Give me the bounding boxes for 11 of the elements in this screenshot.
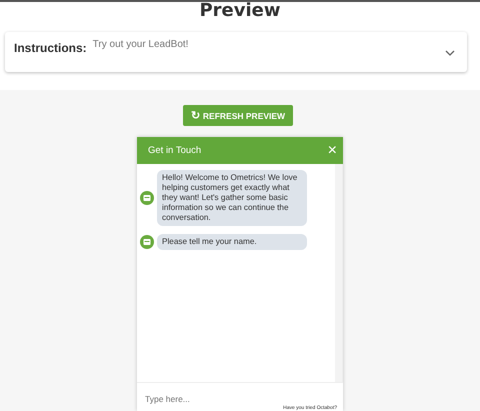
- scrollbar[interactable]: [335, 164, 342, 382]
- chevron-icon: [445, 50, 455, 56]
- instructions-label: Instructions:: [14, 41, 87, 55]
- chat-message: Please tell me your name.: [157, 234, 307, 250]
- instructions-panel[interactable]: Instructions: Try out your LeadBot!: [5, 32, 467, 72]
- bot-avatar-icon: [140, 235, 154, 249]
- chat-title: Get in Touch: [148, 145, 202, 156]
- page-title: Preview: [198, 2, 282, 23]
- bot-avatar-icon: [140, 191, 154, 205]
- instructions-text: Try out your LeadBot!: [92, 39, 188, 50]
- chat-message: Hello! Welcome to Ometrics! We love helping customers get exactly what they want! Let's gather some basic information so we can continue the conversation.: [157, 170, 307, 226]
